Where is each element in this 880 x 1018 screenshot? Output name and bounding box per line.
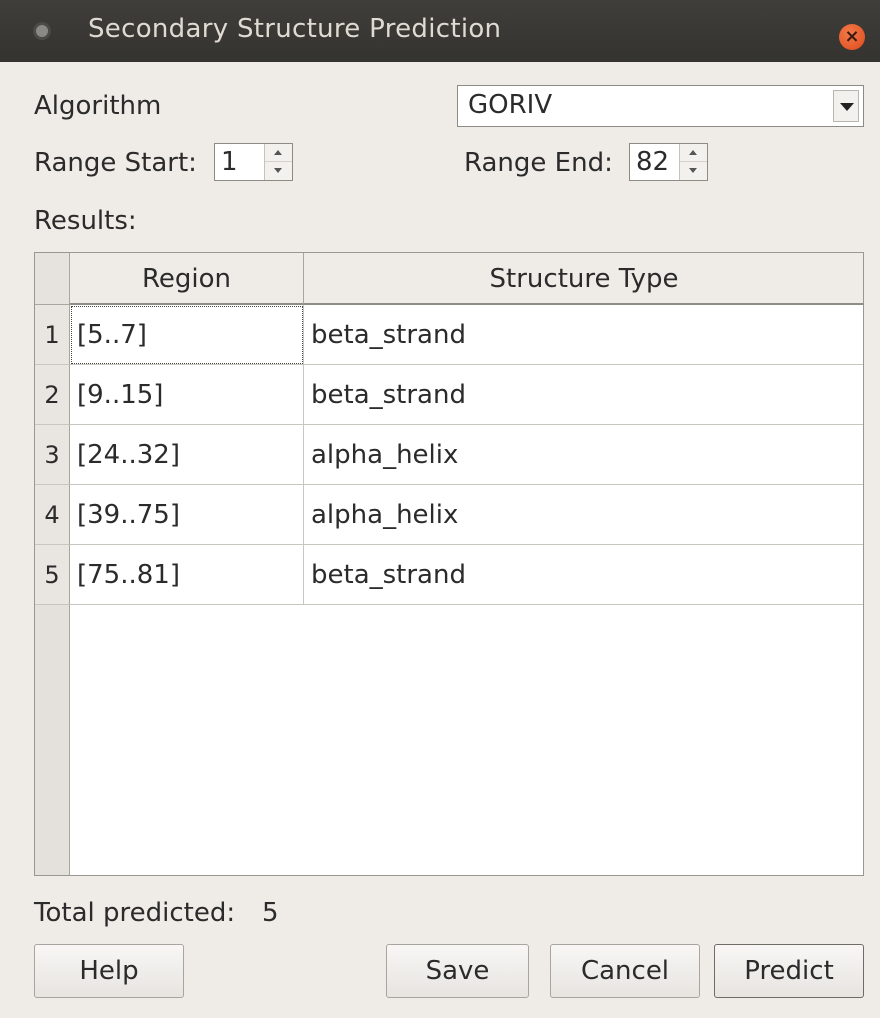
column-header-structure-type[interactable]: Structure Type [304, 253, 863, 305]
window-title: Secondary Structure Prediction [88, 14, 502, 44]
algorithm-label: Algorithm [34, 91, 162, 121]
predict-button[interactable]: Predict [714, 944, 864, 998]
range-start-label: Range Start: [34, 148, 197, 178]
increment-icon[interactable] [265, 144, 292, 162]
range-end-value[interactable]: 82 [636, 147, 669, 177]
table-corner[interactable] [35, 253, 70, 305]
table-row[interactable]: 1 [5..7] beta_strand [35, 305, 863, 365]
row-header[interactable]: 1 [35, 305, 70, 365]
row-header[interactable]: 5 [35, 545, 70, 605]
total-predicted-value: 5 [262, 898, 279, 928]
range-start-spinbox[interactable]: 1 [214, 143, 293, 181]
structure-type-cell[interactable]: alpha_helix [304, 425, 863, 485]
range-end-stepper[interactable] [679, 144, 707, 180]
total-predicted-label: Total predicted: [34, 898, 236, 928]
table-row[interactable]: 5 [75..81] beta_strand [35, 545, 863, 605]
region-cell[interactable]: [24..32] [70, 425, 304, 485]
window-menu-icon[interactable] [36, 25, 48, 37]
structure-type-cell[interactable]: beta_strand [304, 365, 863, 425]
range-start-stepper[interactable] [264, 144, 292, 180]
save-button[interactable]: Save [386, 944, 529, 998]
table-row[interactable]: 3 [24..32] alpha_helix [35, 425, 863, 485]
range-end-spinbox[interactable]: 82 [629, 143, 708, 181]
structure-type-cell[interactable]: alpha_helix [304, 485, 863, 545]
help-button[interactable]: Help [34, 944, 184, 998]
region-cell[interactable]: [39..75] [70, 485, 304, 545]
structure-type-cell[interactable]: beta_strand [304, 545, 863, 605]
structure-type-cell[interactable]: beta_strand [304, 305, 863, 365]
table-row[interactable]: 4 [39..75] alpha_helix [35, 485, 863, 545]
cancel-button[interactable]: Cancel [550, 944, 700, 998]
decrement-icon[interactable] [680, 162, 707, 180]
algorithm-select-value: GORIV [468, 90, 553, 120]
row-header[interactable]: 3 [35, 425, 70, 485]
range-start-value[interactable]: 1 [221, 147, 238, 177]
range-end-label: Range End: [464, 148, 613, 178]
increment-icon[interactable] [680, 144, 707, 162]
chevron-down-icon[interactable] [833, 90, 859, 122]
results-label: Results: [34, 206, 137, 236]
region-cell[interactable]: [9..15] [70, 365, 304, 425]
region-cell[interactable]: [75..81] [70, 545, 304, 605]
title-bar[interactable]: Secondary Structure Prediction × [0, 0, 880, 62]
results-table[interactable]: Region Structure Type 1 [5..7] beta_stra… [34, 252, 864, 876]
decrement-icon[interactable] [265, 162, 292, 180]
algorithm-select[interactable]: GORIV [457, 85, 864, 127]
close-button[interactable]: × [839, 24, 865, 50]
table-row[interactable]: 2 [9..15] beta_strand [35, 365, 863, 425]
row-header[interactable]: 2 [35, 365, 70, 425]
column-header-region[interactable]: Region [70, 253, 304, 305]
row-header[interactable]: 4 [35, 485, 70, 545]
region-cell[interactable]: [5..7] [70, 305, 304, 365]
